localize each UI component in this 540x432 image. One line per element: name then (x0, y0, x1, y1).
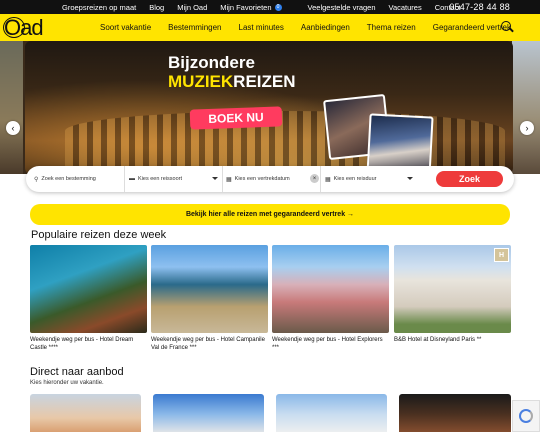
hero-next-slide-peek (512, 41, 540, 174)
trip-card-caption: B&B Hotel at Disneyland Paris ** (394, 337, 482, 343)
phone-number[interactable]: 0547-28 44 88 (449, 0, 510, 14)
destination-placeholder: Zoek een bestemming (41, 176, 96, 182)
hero-next-arrow-icon[interactable]: › (520, 121, 534, 135)
zoek-button[interactable]: Zoek (436, 171, 503, 187)
top-utility-bar: Groepsreizen op maat Blog Mijn Oad Mijn … (0, 0, 540, 14)
link-groepsreizen[interactable]: Groepsreizen op maat (62, 3, 136, 12)
link-mijn-oad[interactable]: Mijn Oad (177, 3, 207, 12)
hero-title-muziek: MUZIEK (168, 72, 234, 91)
duration-select[interactable]: ▦ Kies een reisduur (325, 166, 417, 192)
link-favorites[interactable]: Mijn Favorieten 0 (220, 3, 294, 12)
trip-card-caption: Weekendje weg per bus - Hotel Explorers … (272, 337, 383, 351)
trip-card[interactable]: H B&B Hotel at Disneyland Paris ** (394, 245, 511, 345)
singer-photo (366, 113, 434, 174)
offer-tile[interactable] (30, 394, 141, 432)
hero-title-line1: Bijzondere (168, 53, 255, 72)
travel-type-select[interactable]: ▬ Kies een reissoort (129, 166, 222, 192)
duration-placeholder: Kies een reisduur (333, 176, 377, 182)
hero-title-reizen: REIZEN (233, 72, 296, 91)
trip-card-caption: Weekendje weg per bus - Hotel Campanile … (151, 337, 265, 351)
bus-icon: ▬ (129, 176, 135, 182)
nav-bestemmingen[interactable]: Bestemmingen (168, 23, 221, 32)
favorites-label: Mijn Favorieten (220, 2, 272, 12)
boek-nu-button[interactable]: BOEK NU (189, 106, 283, 130)
calendar-icon: ▦ (325, 176, 331, 183)
link-blog[interactable]: Blog (149, 3, 164, 12)
nav-items: Soort vakantie Bestemmingen Last minutes… (100, 14, 528, 41)
search-icon[interactable] (501, 21, 511, 31)
link-faq[interactable]: Veelgestelde vragen (308, 3, 376, 12)
trip-card-image (151, 245, 268, 333)
destination-field[interactable]: ⚲ Zoek een bestemming (34, 166, 126, 192)
nav-gegarandeerd-vertrek[interactable]: Gegarandeerd vertrek (433, 23, 511, 32)
utility-links: Groepsreizen op maat Blog Mijn Oad Mijn … (62, 0, 474, 14)
offer-tile[interactable] (399, 394, 511, 432)
hero-prev-arrow-icon[interactable]: ‹ (6, 121, 20, 135)
divider (222, 166, 223, 192)
recaptcha-icon (519, 409, 533, 423)
chevron-down-icon (212, 177, 218, 180)
date-placeholder: Kies een vertrekdatum (234, 176, 290, 182)
search-small-icon: ⚲ (34, 176, 39, 183)
direct-section-subtitle: Kies hieronder uw vakantie. (30, 380, 104, 386)
calendar-icon: ▦ (226, 176, 232, 183)
hero-prev-slide-peek (0, 41, 23, 174)
offer-tile[interactable] (153, 394, 264, 432)
clear-date-icon[interactable]: × (310, 174, 319, 183)
hotel-logo-icon: H (494, 248, 509, 262)
logo-ring (3, 17, 25, 38)
trip-card[interactable]: Weekendje weg per bus - Hotel Campanile … (151, 245, 268, 352)
trip-card-caption: Weekendje weg per bus - Hotel Dream Cast… (30, 337, 134, 351)
direct-section-title: Direct naar aanbod (30, 366, 124, 378)
hero-title-line2: MUZIEKREIZEN (168, 72, 296, 92)
chevron-down-icon (407, 177, 413, 180)
favorites-count-badge: 0 (274, 3, 282, 11)
arena-arches (65, 111, 505, 171)
offer-tile[interactable] (276, 394, 387, 432)
trip-card-image: H (394, 245, 511, 333)
trip-card[interactable]: Weekendje weg per bus - Hotel Dream Cast… (30, 245, 147, 352)
nav-aanbiedingen[interactable]: Aanbiedingen (301, 23, 350, 32)
nav-last-minutes[interactable]: Last minutes (239, 23, 284, 32)
trip-card[interactable]: Weekendje weg per bus - Hotel Explorers … (272, 245, 389, 352)
divider (124, 166, 125, 192)
guaranteed-departure-button[interactable]: Bekijk hier alle reizen met gegarandeerd… (30, 204, 510, 225)
nav-soort-vakantie[interactable]: Soort vakantie (100, 23, 151, 32)
travel-type-placeholder: Kies een reissoort (138, 176, 183, 182)
trip-card-image (30, 245, 147, 333)
recaptcha-badge[interactable] (512, 400, 540, 432)
divider (320, 166, 321, 192)
trip-card-image (272, 245, 389, 333)
main-nav: Soort vakantie Bestemmingen Last minutes… (0, 14, 540, 41)
oad-logo[interactable]: Oad (3, 15, 44, 40)
link-vacatures[interactable]: Vacatures (389, 3, 422, 12)
popular-section-title: Populaire reizen deze week (31, 229, 167, 241)
nav-thema-reizen[interactable]: Thema reizen (367, 23, 416, 32)
date-select[interactable]: ▦ Kies een vertrekdatum × (226, 166, 319, 192)
